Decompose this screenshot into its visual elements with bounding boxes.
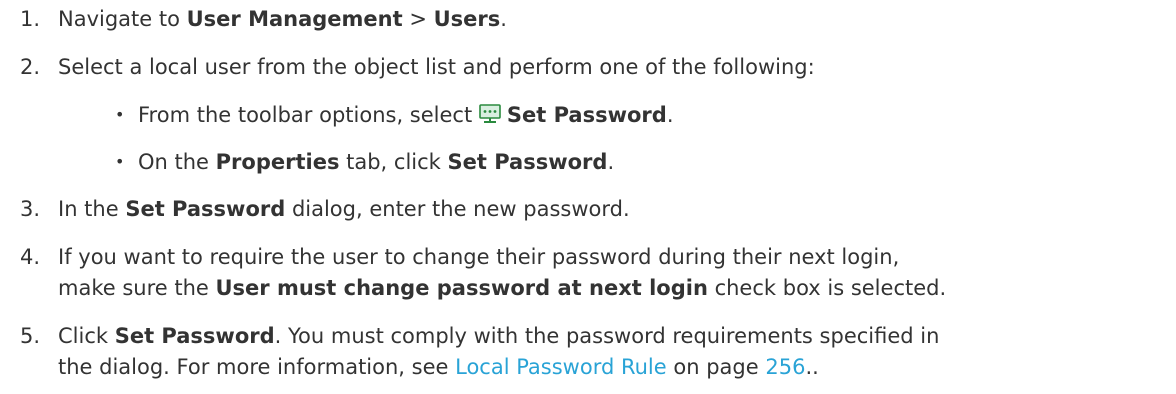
step-text: Navigate to [58, 7, 187, 31]
step-3: 3. In the Set Password dialog, enter the … [20, 194, 1166, 225]
step-number: 2. [20, 55, 41, 79]
punctuation: . [500, 7, 507, 31]
step-text-mid: on page [666, 355, 766, 379]
step-number: 4. [20, 245, 41, 269]
punctuation: .. [805, 355, 819, 379]
step-text: In the [58, 197, 126, 221]
step-text-line1: . You must comply with the password requ… [274, 324, 940, 348]
menu-user-management: User Management [186, 7, 403, 31]
menu-users: Users [433, 7, 501, 31]
bullet-text-mid: tab, click [339, 150, 448, 174]
set-password-dialog-label: Set Password [125, 197, 286, 221]
step-2: 2. Select a local user from the object li… [20, 52, 1166, 83]
step-text-post: dialog, enter the new password. [285, 197, 630, 221]
step-continuation: make sure the User must change password … [20, 273, 1166, 304]
step-5: 5. Click Set Password. You must comply wi… [20, 321, 1166, 383]
bullet-text: On the [138, 150, 216, 174]
set-password-label: Set Password [447, 150, 608, 174]
properties-tab-label: Properties [215, 150, 340, 174]
bullet-marker: • [115, 105, 125, 124]
page-256-link[interactable]: 256 [765, 355, 805, 379]
separator: > [402, 7, 434, 31]
step-text: Select a local user from the object list… [58, 55, 815, 79]
bullet-marker: • [115, 152, 125, 171]
step-number: 3. [20, 197, 41, 221]
local-password-rule-link[interactable]: Local Password Rule [455, 355, 667, 379]
bullet-text: From the toolbar options, select [138, 103, 479, 127]
punctuation: . [666, 103, 674, 127]
checkbox-label: User must change password at next login [215, 276, 708, 300]
punctuation: . [607, 150, 615, 174]
procedure-document: 1. Navigate to User Management > Users. 2… [0, 0, 1176, 394]
set-password-button-label: Set Password [114, 324, 275, 348]
step-text-line1: If you want to require the user to chang… [58, 245, 900, 269]
set-password-label: Set Password [506, 103, 667, 127]
step-text: Click [58, 324, 115, 348]
step-text-post: check box is selected. [707, 276, 947, 300]
step-text: make sure the [58, 276, 216, 300]
step-number: 1. [20, 7, 41, 31]
step-text-line2: the dialog. For more information, see [58, 355, 456, 379]
step-continuation: the dialog. For more information, see Lo… [20, 352, 1166, 383]
bullet-properties-tab: • On the Properties tab, click Set Passwo… [115, 146, 614, 178]
bullet-toolbar-option: • From the toolbar options, select Set Pa… [115, 99, 674, 133]
set-password-toolbar-icon [479, 102, 501, 133]
step-4: 4. If you want to require the user to cha… [20, 242, 1166, 304]
step-number: 5. [20, 324, 41, 348]
step-1: 1. Navigate to User Management > Users. [20, 4, 1166, 35]
